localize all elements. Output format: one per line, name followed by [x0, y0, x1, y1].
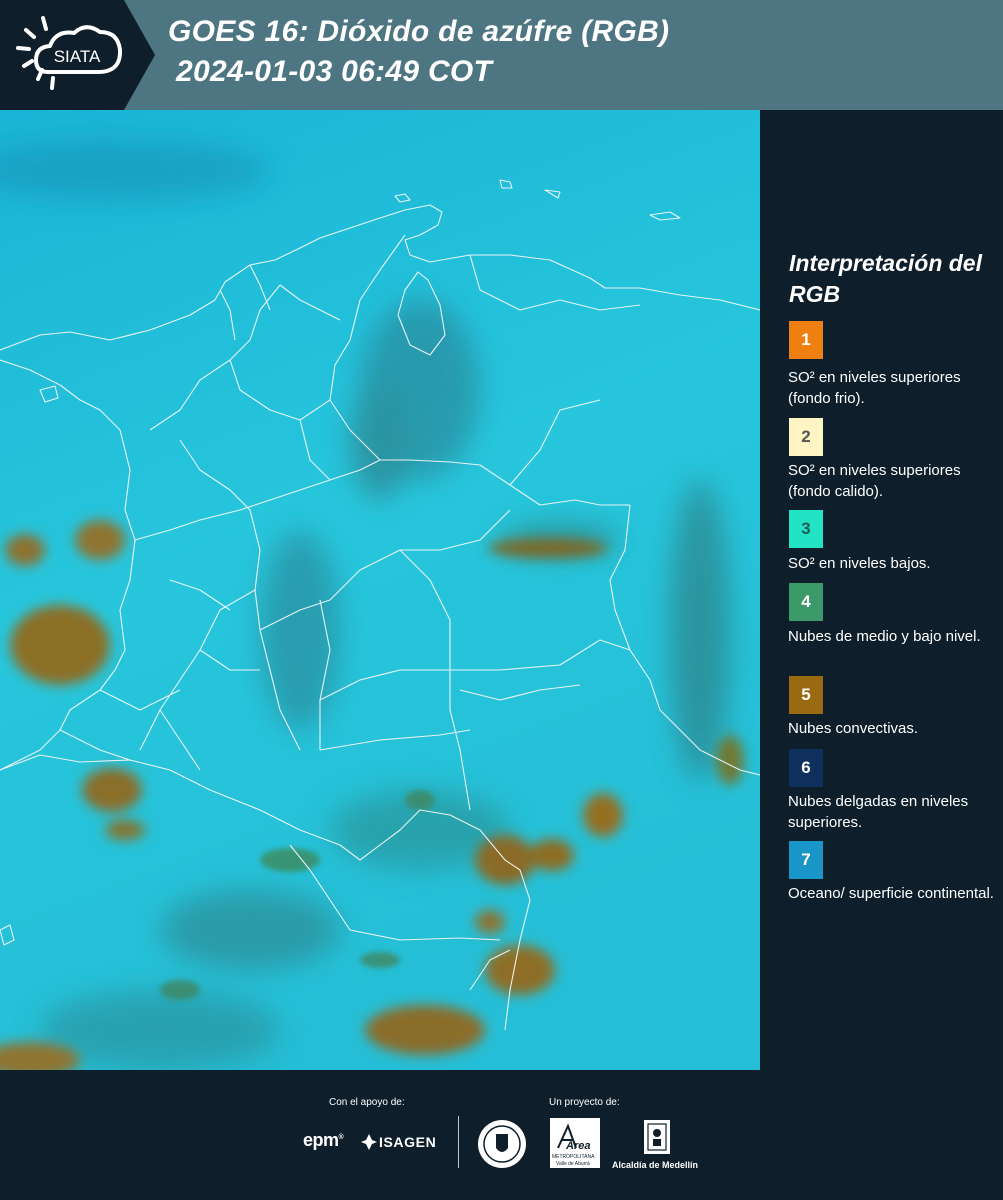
support-label: Con el apoyo de: — [329, 1097, 405, 1108]
legend-label-3: SO² en niveles bajos. — [788, 555, 931, 572]
area-name: Área — [566, 1140, 591, 1152]
legend-number: 1 — [801, 330, 811, 349]
legend-panel: Interpretación del RGB 1 SO² en niveles … — [760, 110, 1003, 1070]
satellite-product-page: SIATA GOES 16: Dióxido de azúfre (RGB) 2… — [0, 0, 1003, 1200]
legend-label-7: Oceano/ superficie continental. — [788, 885, 994, 902]
logo-text: SIATA — [54, 47, 101, 66]
header-bar: SIATA GOES 16: Dióxido de azúfre (RGB) 2… — [0, 0, 1003, 110]
legend-label-6: Nubes delgadas en niveles superiores. — [788, 793, 969, 831]
legend-swatch-7: 7 — [789, 841, 823, 879]
project-label: Un proyecto de: — [549, 1097, 620, 1108]
legend-number: 2 — [801, 427, 811, 446]
alcaldia-name: Alcaldía de Medellín — [612, 1160, 699, 1170]
isagen-mark-icon — [361, 1134, 377, 1150]
legend-swatch-1: 1 — [789, 321, 823, 359]
university-seal-icon — [478, 1120, 526, 1168]
satellite-map — [0, 110, 760, 1070]
legend-label-1: SO² en niveles superiores (fondo frio). — [788, 369, 961, 407]
area-subtitle-1: METROPOLITANA — [552, 1154, 595, 1160]
area-subtitle-2: Valle de Aburrá — [556, 1161, 590, 1167]
legend-label-5: Nubes convectivas. — [788, 720, 919, 737]
legend-swatch-2: 2 — [789, 418, 823, 456]
alcaldia-shield-icon — [644, 1120, 670, 1154]
legend-swatch-3: 3 — [789, 510, 823, 548]
legend-swatch-4: 4 — [789, 583, 823, 621]
legend-number: 4 — [801, 592, 811, 611]
epm-logo: epm® — [303, 1130, 344, 1150]
logo-tab: SIATA — [0, 0, 155, 110]
isagen-logo: ISAGEN — [379, 1134, 437, 1150]
legend-number: 7 — [801, 850, 811, 869]
page-timestamp: 2024-01-03 06:49 COT — [176, 55, 493, 88]
legend-swatch-6: 6 — [789, 749, 823, 787]
legend-label-2: SO² en niveles superiores (fondo calido)… — [788, 462, 961, 500]
legend-title: Interpretación del RGB — [789, 250, 982, 307]
footer: Con el apoyo de: Un proyecto de: epm® IS… — [0, 1070, 1003, 1200]
legend-label-4: Nubes de medio y bajo nivel. — [788, 628, 981, 645]
legend-swatch-5: 5 — [789, 676, 823, 714]
legend-number: 5 — [801, 685, 811, 704]
legend-number: 6 — [801, 758, 811, 777]
ocean-background — [0, 110, 760, 1070]
legend-number: 3 — [801, 519, 811, 538]
page-title: GOES 16: Dióxido de azúfre (RGB) — [168, 15, 670, 48]
divider — [458, 1116, 459, 1168]
